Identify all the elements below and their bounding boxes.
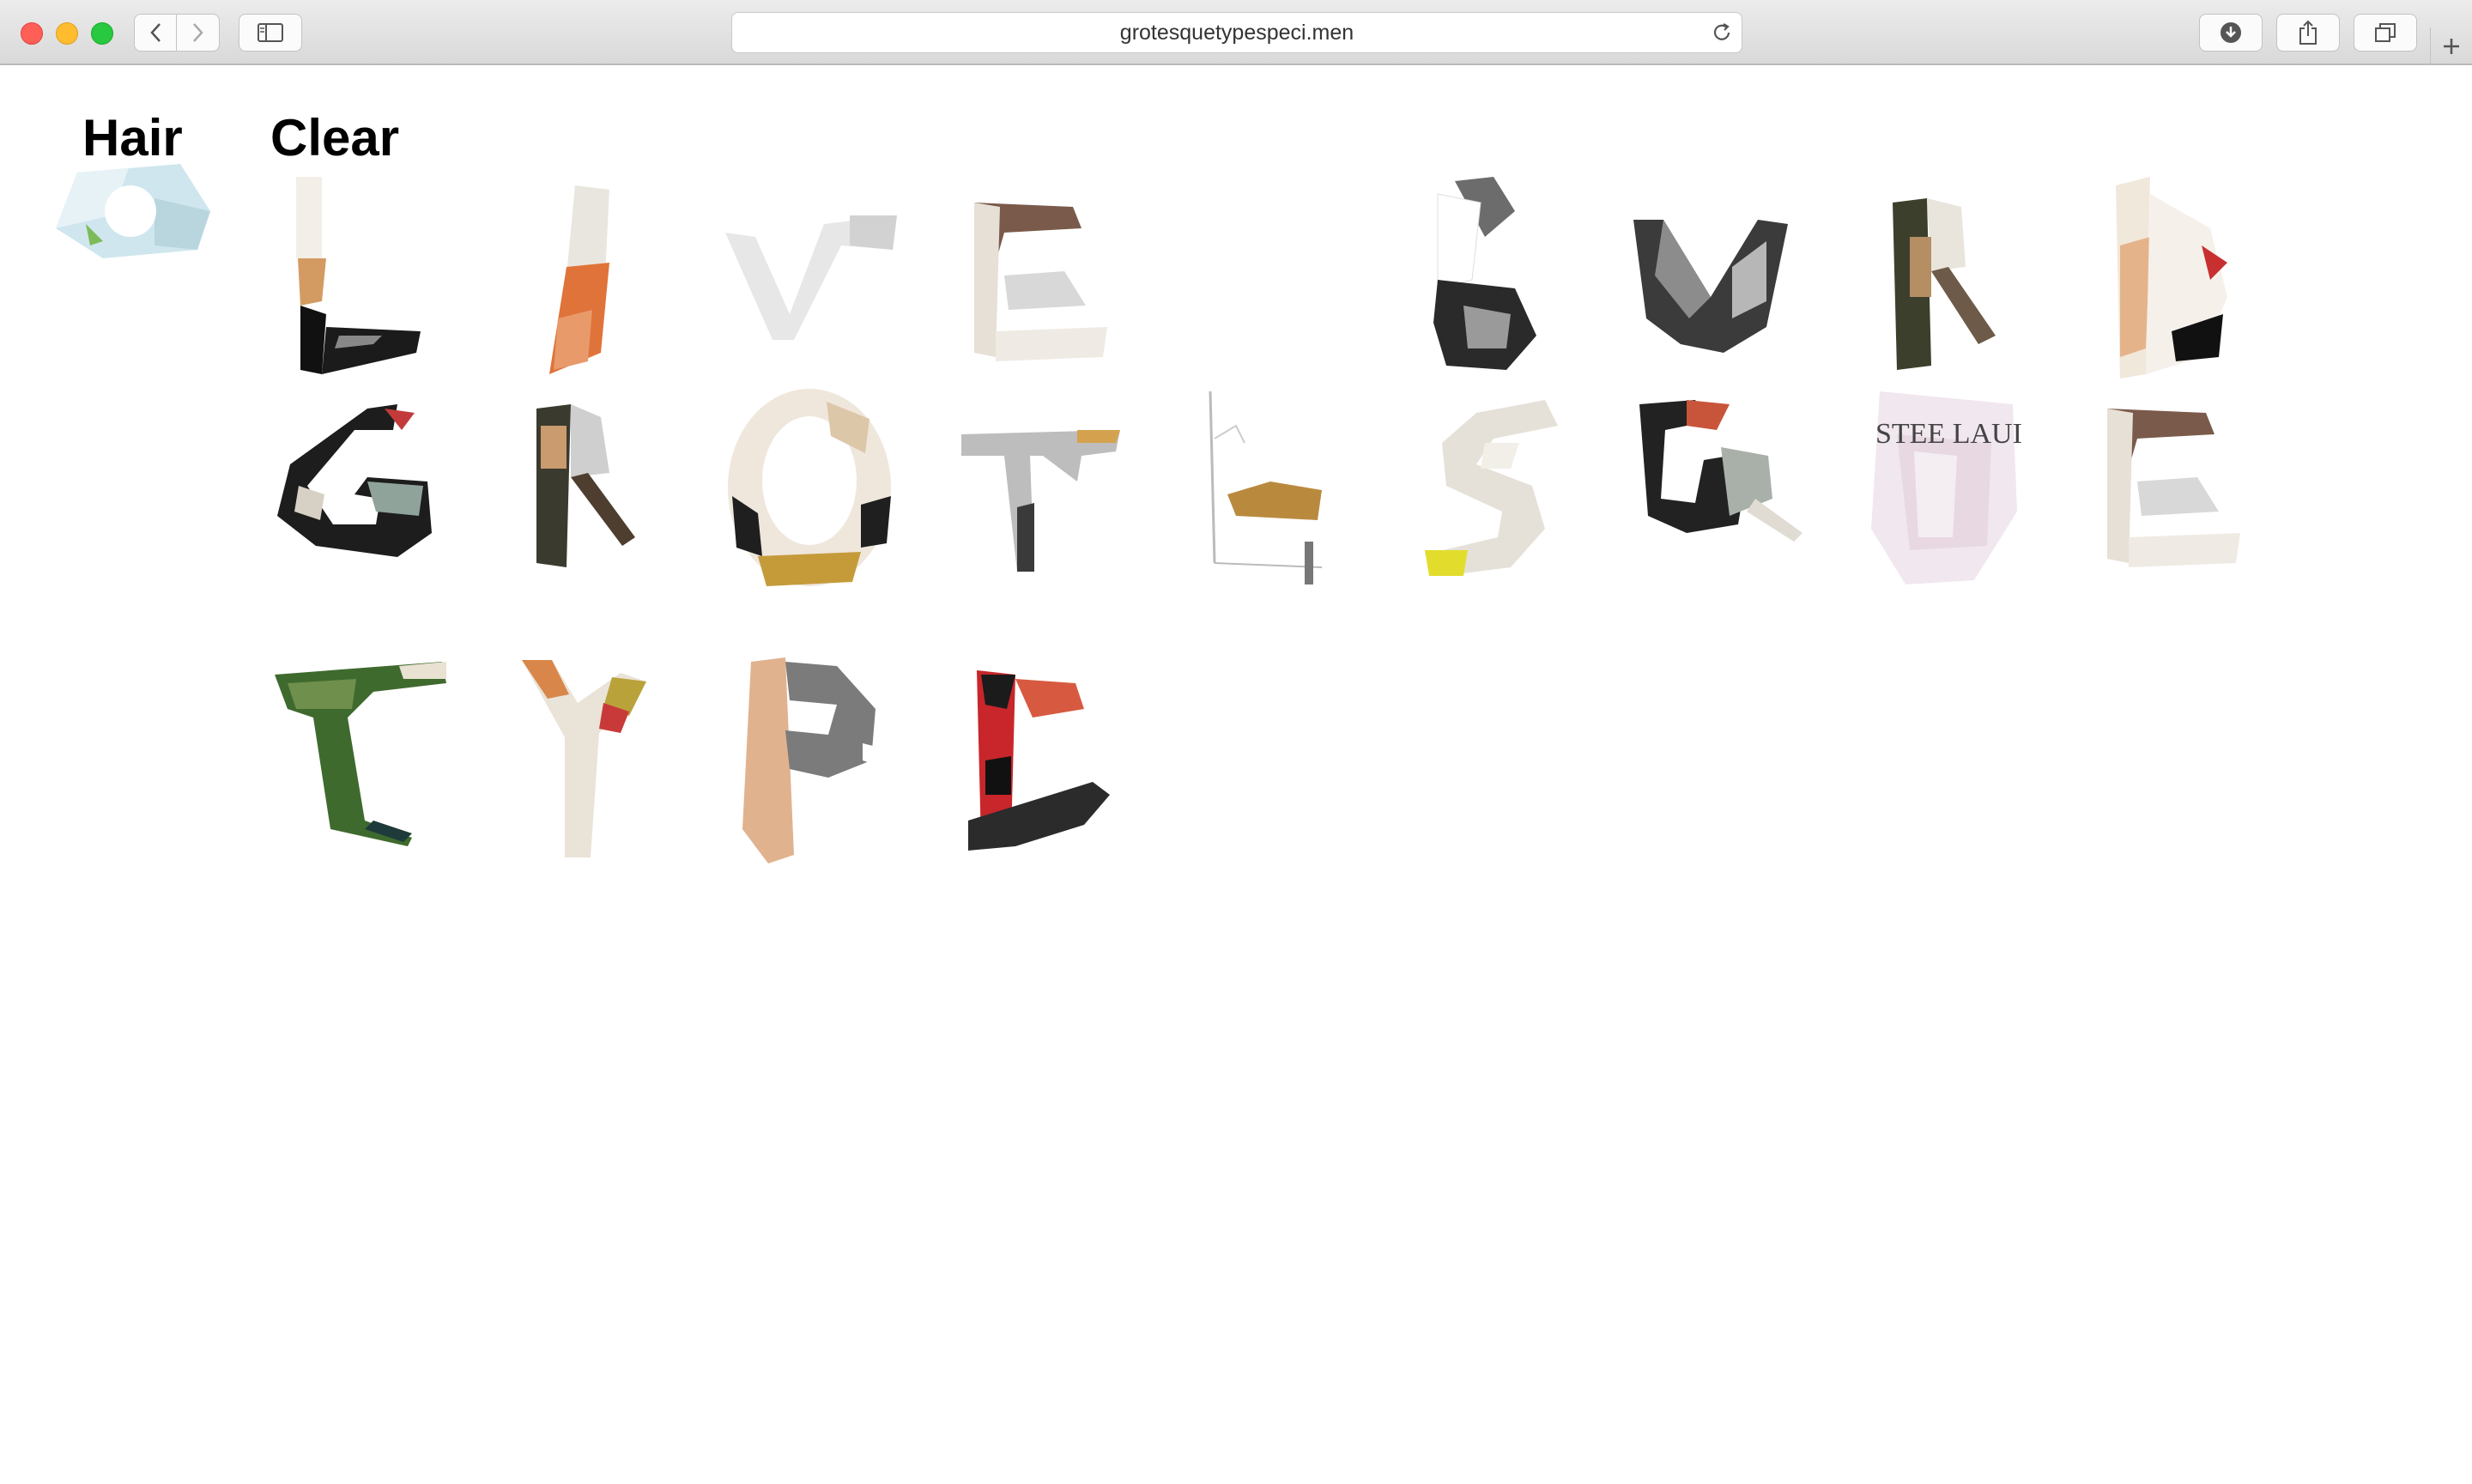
collage-letter-t bbox=[957, 421, 1124, 576]
collage-letter-o-2 bbox=[724, 385, 895, 591]
collage-print-fragment: STEE LAUI bbox=[1875, 418, 2022, 450]
collage-letter-u-2: STEE LAUI bbox=[1863, 383, 2026, 589]
new-tab-button[interactable] bbox=[2430, 27, 2472, 65]
collage-letter-l bbox=[288, 177, 425, 383]
collage-letter-p bbox=[734, 657, 888, 863]
browser-toolbar: grotesquetypespeci.men bbox=[0, 0, 2472, 65]
chevron-left-icon bbox=[150, 23, 161, 42]
tabs-overview-button[interactable] bbox=[2354, 14, 2417, 51]
share-button[interactable] bbox=[2276, 14, 2340, 51]
collage-letter-v bbox=[721, 211, 901, 348]
collage-letter-y bbox=[518, 656, 655, 862]
collage-letter-g bbox=[273, 404, 436, 559]
collage-letter-b bbox=[1429, 177, 1541, 374]
collage-letter-u bbox=[1629, 215, 1792, 353]
collage-letter-o bbox=[52, 164, 215, 258]
download-icon bbox=[2221, 22, 2241, 43]
plus-icon bbox=[2444, 39, 2459, 54]
collage-letter-e-2 bbox=[1176, 391, 1330, 589]
downloads-button[interactable] bbox=[2199, 14, 2263, 51]
collage-letter-e-4 bbox=[964, 666, 1118, 855]
share-icon bbox=[2299, 20, 2317, 45]
collage-letter-q bbox=[1635, 396, 1807, 567]
url-text: grotesquetypespeci.men bbox=[1119, 20, 1354, 45]
collage-letter-e-3 bbox=[2103, 400, 2249, 572]
reload-icon[interactable] bbox=[1711, 21, 1733, 44]
collage-letter-d bbox=[2107, 177, 2236, 383]
minimize-window-button[interactable] bbox=[56, 22, 78, 45]
collage-letter-i bbox=[541, 181, 618, 379]
sidebar-button[interactable] bbox=[239, 14, 302, 51]
forward-button[interactable] bbox=[177, 14, 220, 51]
collage-letter-e bbox=[970, 194, 1116, 366]
sidebar-icon bbox=[258, 23, 283, 42]
chevron-right-icon bbox=[192, 23, 203, 42]
back-button[interactable] bbox=[134, 14, 177, 51]
page-content: Hair Clear STEE LAUI bbox=[0, 65, 2472, 1484]
collage-letter-r bbox=[1884, 185, 2004, 374]
collage-letter-r-2 bbox=[524, 391, 644, 572]
address-bar[interactable]: grotesquetypespeci.men bbox=[731, 12, 1742, 53]
label-hair[interactable]: Hair bbox=[82, 112, 183, 164]
label-clear[interactable]: Clear bbox=[270, 112, 399, 164]
zoom-window-button[interactable] bbox=[91, 22, 113, 45]
collage-letter-s bbox=[1416, 391, 1562, 580]
tabs-icon bbox=[2375, 23, 2396, 42]
close-window-button[interactable] bbox=[21, 22, 43, 45]
collage-letter-t-2 bbox=[270, 657, 451, 846]
